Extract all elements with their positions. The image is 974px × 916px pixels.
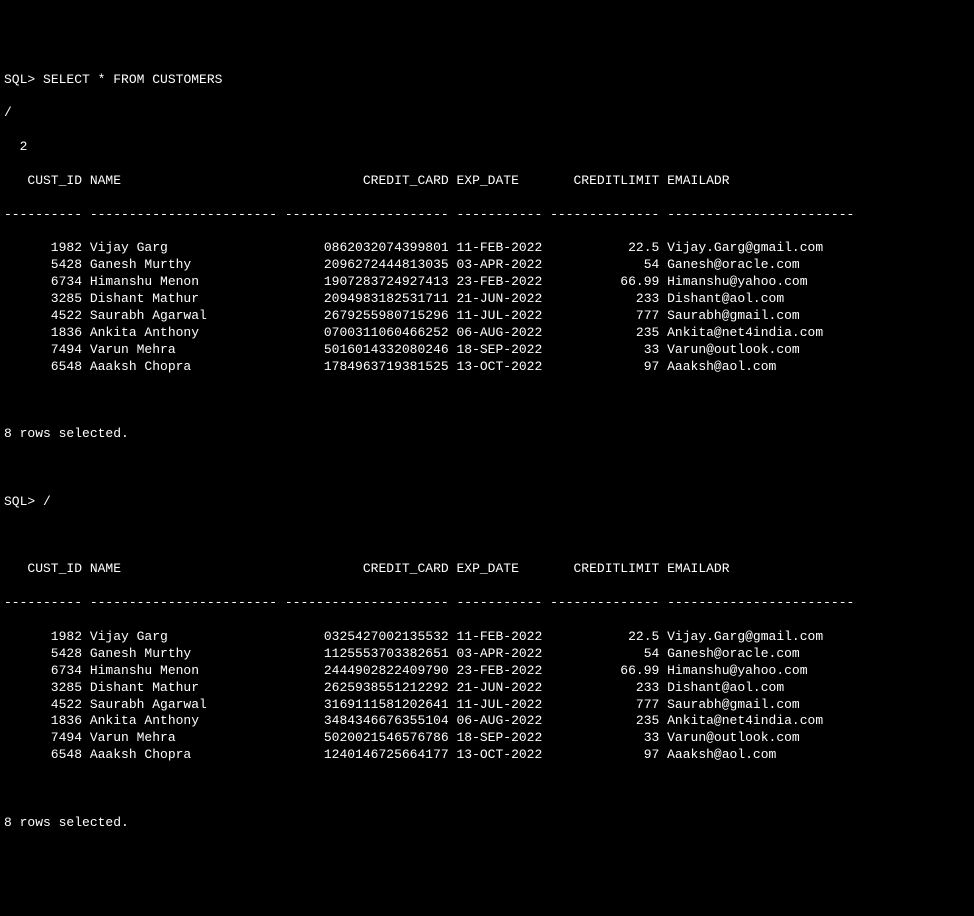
- separator-row-2: ---------- ------------------------ ----…: [4, 595, 970, 612]
- sql-prompt-2[interactable]: SQL> /: [4, 494, 970, 511]
- table-row: 5428 Ganesh Murthy 1125553703382651 03-A…: [4, 646, 970, 663]
- separator-row-1: ---------- ------------------------ ----…: [4, 207, 970, 224]
- table-row: 3285 Dishant Mathur 2094983182531711 21-…: [4, 291, 970, 308]
- table-row: 7494 Varun Mehra 5016014332080246 18-SEP…: [4, 342, 970, 359]
- blank-4: [4, 781, 970, 798]
- rows-selected-2: 8 rows selected.: [4, 815, 970, 832]
- table-row: 4522 Saurabh Agarwal 2679255980715296 11…: [4, 308, 970, 325]
- sql-prompt-line[interactable]: SQL> SELECT * FROM CUSTOMERS: [4, 72, 970, 89]
- table-row: 6734 Himanshu Menon 2444902822409790 23-…: [4, 663, 970, 680]
- blank-3: [4, 528, 970, 545]
- table-row: 1982 Vijay Garg 0325427002135532 11-FEB-…: [4, 629, 970, 646]
- header-row-1: CUST_ID NAME CREDIT_CARD EXP_DATE CREDIT…: [4, 173, 970, 190]
- rows-selected-1: 8 rows selected.: [4, 426, 970, 443]
- result-set-2: 1982 Vijay Garg 0325427002135532 11-FEB-…: [4, 629, 970, 764]
- result-set-1: 1982 Vijay Garg 0862032074399801 11-FEB-…: [4, 240, 970, 375]
- sql-query: SELECT * FROM CUSTOMERS: [43, 72, 222, 87]
- table-row: 7494 Varun Mehra 5020021546576786 18-SEP…: [4, 730, 970, 747]
- page-number: 2: [4, 139, 970, 156]
- table-row: 1982 Vijay Garg 0862032074399801 11-FEB-…: [4, 240, 970, 257]
- table-row: 5428 Ganesh Murthy 2096272444813035 03-A…: [4, 257, 970, 274]
- table-row: 4522 Saurabh Agarwal 3169111581202641 11…: [4, 697, 970, 714]
- table-row: 6734 Himanshu Menon 1907283724927413 23-…: [4, 274, 970, 291]
- blank-1: [4, 392, 970, 409]
- sql-continuation: /: [4, 105, 970, 122]
- table-row: 3285 Dishant Mathur 2625938551212292 21-…: [4, 680, 970, 697]
- table-row: 6548 Aaaksh Chopra 1784963719381525 13-O…: [4, 359, 970, 376]
- table-row: 6548 Aaaksh Chopra 1240146725664177 13-O…: [4, 747, 970, 764]
- blank-2: [4, 460, 970, 477]
- header-row-2: CUST_ID NAME CREDIT_CARD EXP_DATE CREDIT…: [4, 561, 970, 578]
- table-row: 1836 Ankita Anthony 0700311060466252 06-…: [4, 325, 970, 342]
- table-row: 1836 Ankita Anthony 3484346676355104 06-…: [4, 713, 970, 730]
- sql-prompt: SQL>: [4, 72, 43, 87]
